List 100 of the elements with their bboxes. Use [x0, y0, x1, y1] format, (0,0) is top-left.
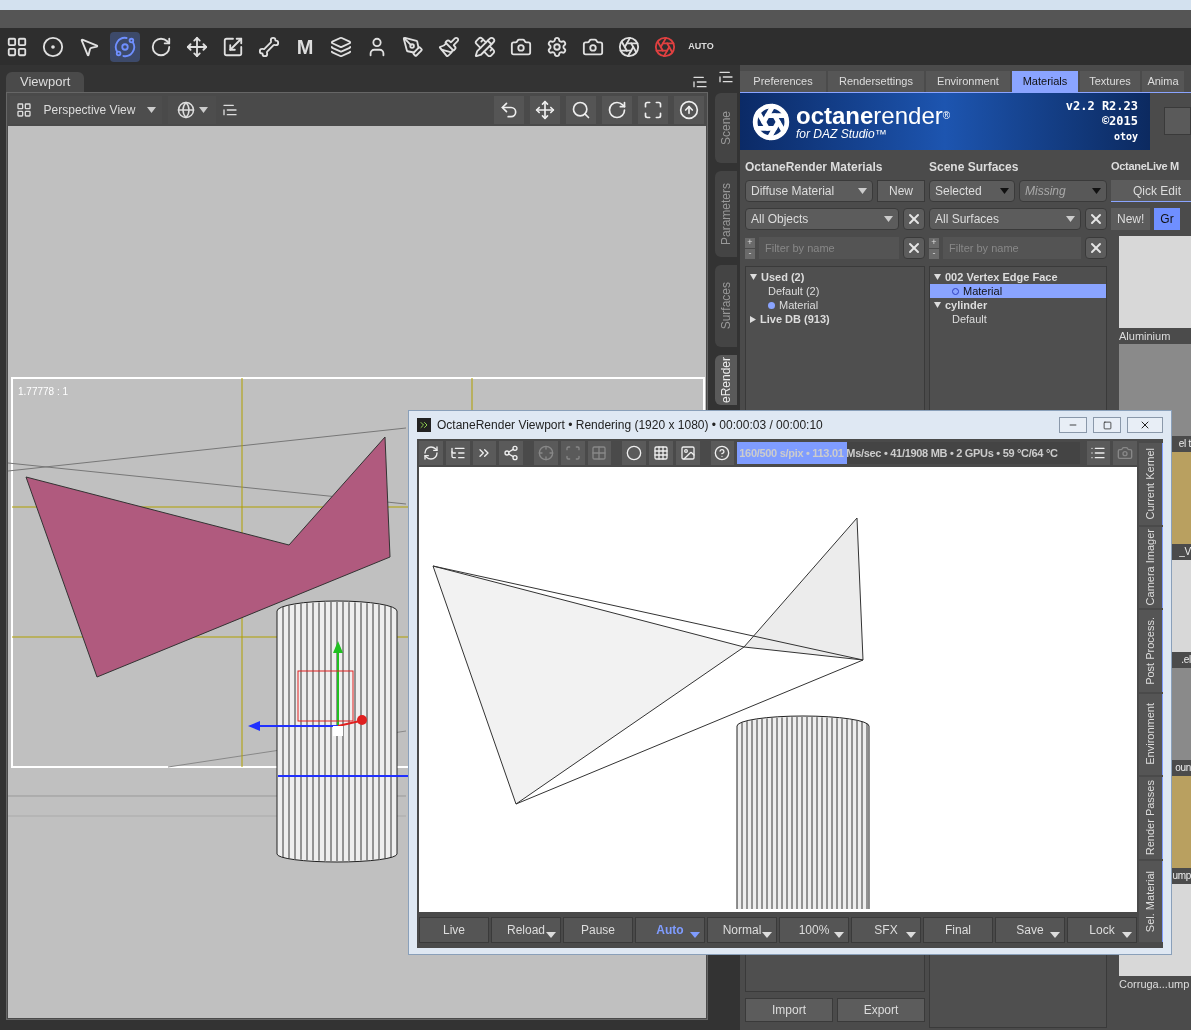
status-text: 160/500 s/pix • 113.01 Ms/sec • 41/1908 MB • 2 GPUs • 59 °C/64 °C	[738, 445, 1058, 461]
caret-icon	[906, 932, 916, 938]
move-icon	[186, 35, 208, 58]
octane-logo-icon	[752, 102, 790, 141]
expand-button[interactable]: +	[929, 237, 939, 248]
scale-icon	[222, 35, 244, 58]
render-tool-button[interactable]	[445, 441, 470, 465]
filter-toggle-button[interactable]: New!	[1111, 208, 1151, 230]
clear-button[interactable]	[903, 237, 925, 259]
rotate-icon	[150, 35, 172, 58]
surface-select[interactable]: All Surfaces	[929, 208, 1082, 230]
tree-item[interactable]: Used (2)	[746, 270, 924, 284]
camera-tool-button[interactable]	[674, 96, 704, 124]
render-tool-button[interactable]	[710, 441, 735, 465]
render-tool-button[interactable]	[675, 441, 700, 465]
render-control-button[interactable]: Save	[995, 917, 1065, 943]
maximize-button[interactable]	[1093, 417, 1121, 433]
tree-item[interactable]: Live DB (913)	[746, 312, 924, 326]
filter-toggle-button[interactable]: Gr	[1154, 208, 1180, 230]
version-label: v2.2 R2.23	[1065, 99, 1138, 114]
tree-item[interactable]: Default (2)	[746, 284, 924, 298]
render-control-button[interactable]: SFX	[851, 917, 921, 943]
new-button[interactable]: New	[877, 180, 925, 202]
panel-menu-icon[interactable]	[718, 69, 734, 85]
material-type-select[interactable]: Diffuse Material	[745, 180, 873, 202]
panel-tab[interactable]: Rendersettings	[828, 71, 924, 92]
caret-icon	[690, 932, 700, 938]
render-side-tab[interactable]: Environment	[1139, 693, 1163, 775]
tool-button[interactable]	[110, 31, 140, 62]
view-layout-icon	[16, 102, 32, 118]
render-tool-button[interactable]	[622, 441, 646, 465]
render-side-tab[interactable]: Current Kernel	[1139, 443, 1163, 525]
panel-menu-icon[interactable]	[692, 74, 708, 90]
panel-tab[interactable]: Textures	[1080, 71, 1140, 92]
panel-tab[interactable]: Environment	[926, 71, 1010, 92]
camera-tool-button[interactable]	[530, 96, 560, 124]
caret-icon	[1066, 216, 1076, 222]
list-icon	[1090, 445, 1107, 461]
render-side-tab[interactable]: Camera Imager	[1139, 526, 1163, 608]
clear-button[interactable]	[1085, 237, 1107, 259]
render-side-tab[interactable]: Sel. Material	[1139, 860, 1163, 942]
side-tab[interactable]: eRender	[715, 355, 737, 405]
render-control-button[interactable]: Pause	[563, 917, 633, 943]
crosshair-icon	[537, 445, 554, 461]
render-control-button[interactable]: Normal	[707, 917, 777, 943]
quick-edit-button[interactable]: Qick Edit	[1111, 180, 1191, 202]
aperture-icon	[618, 35, 640, 58]
render-tool-button[interactable]	[419, 441, 443, 465]
thumbnail-label: _V	[1179, 545, 1191, 559]
render-control-button[interactable]: Lock	[1067, 917, 1137, 943]
panel-tab[interactable]: Preferences	[740, 71, 826, 92]
company-label: otoy	[1113, 130, 1138, 144]
render-control-button[interactable]: Final	[923, 917, 993, 943]
import-button[interactable]: Import	[745, 998, 833, 1022]
camera-tool-button[interactable]	[638, 96, 668, 124]
zoom-icon	[571, 100, 591, 120]
collapse-button[interactable]: -	[745, 248, 755, 259]
export-button[interactable]: Export	[837, 998, 925, 1022]
tool-button[interactable]: M	[290, 31, 320, 62]
side-tab[interactable]: Parameters	[715, 171, 737, 257]
material-thumbnail[interactable]	[1119, 236, 1191, 328]
caret-icon	[1122, 932, 1132, 938]
object-select[interactable]: All Objects	[745, 208, 900, 230]
collapse-button[interactable]: -	[929, 248, 939, 259]
tool-button[interactable]: AUTO	[686, 31, 716, 62]
pen-icon	[402, 35, 424, 58]
close-button[interactable]	[1127, 417, 1163, 433]
side-tab[interactable]: Scene	[715, 93, 737, 163]
clear-button[interactable]	[1085, 208, 1107, 230]
copyright-label: ©2015	[1101, 114, 1138, 129]
tree-item[interactable]: Default	[930, 312, 1106, 326]
bone-icon	[258, 35, 280, 58]
thumbnail-label: Corruga...ump	[1119, 976, 1190, 992]
render-side-tab[interactable]: Post Process.	[1139, 610, 1163, 692]
render-tool-button[interactable]	[649, 441, 673, 465]
scope-select[interactable]: Selected	[929, 180, 1015, 202]
render-control-button[interactable]: 100%	[779, 917, 849, 943]
viewport-menu-icon[interactable]	[222, 102, 238, 118]
tree-item[interactable]: 002 Vertex Edge Face	[930, 270, 1106, 284]
expand-button[interactable]: +	[745, 237, 755, 248]
render-control-button[interactable]: Reload	[491, 917, 561, 943]
render-tool-button[interactable]	[472, 441, 497, 465]
camera-tool-button[interactable]	[566, 96, 596, 124]
render-tool-button[interactable]	[499, 441, 523, 465]
viewport-tab[interactable]: Viewport	[6, 72, 85, 92]
maximize-icon	[1102, 420, 1112, 430]
tree-item[interactable]: cylinder	[930, 298, 1106, 312]
render-side-tab[interactable]: Render Passes	[1139, 777, 1163, 859]
camera-tool-button[interactable]	[602, 96, 632, 124]
side-tab[interactable]: Surfaces	[715, 265, 737, 347]
panel-tab[interactable]: Anima	[1142, 71, 1184, 92]
camera-tool-button[interactable]	[494, 96, 524, 124]
clear-button[interactable]	[903, 208, 925, 230]
render-tool-button[interactable]	[1086, 441, 1111, 465]
render-control-button[interactable]: Auto	[635, 917, 705, 943]
tree-item[interactable]: Material	[930, 284, 1106, 298]
panel-tab[interactable]: Materials	[1012, 71, 1078, 92]
tree-item[interactable]: Material	[746, 298, 924, 312]
render-control-button[interactable]: Live	[419, 917, 489, 943]
caret-icon	[762, 932, 772, 938]
